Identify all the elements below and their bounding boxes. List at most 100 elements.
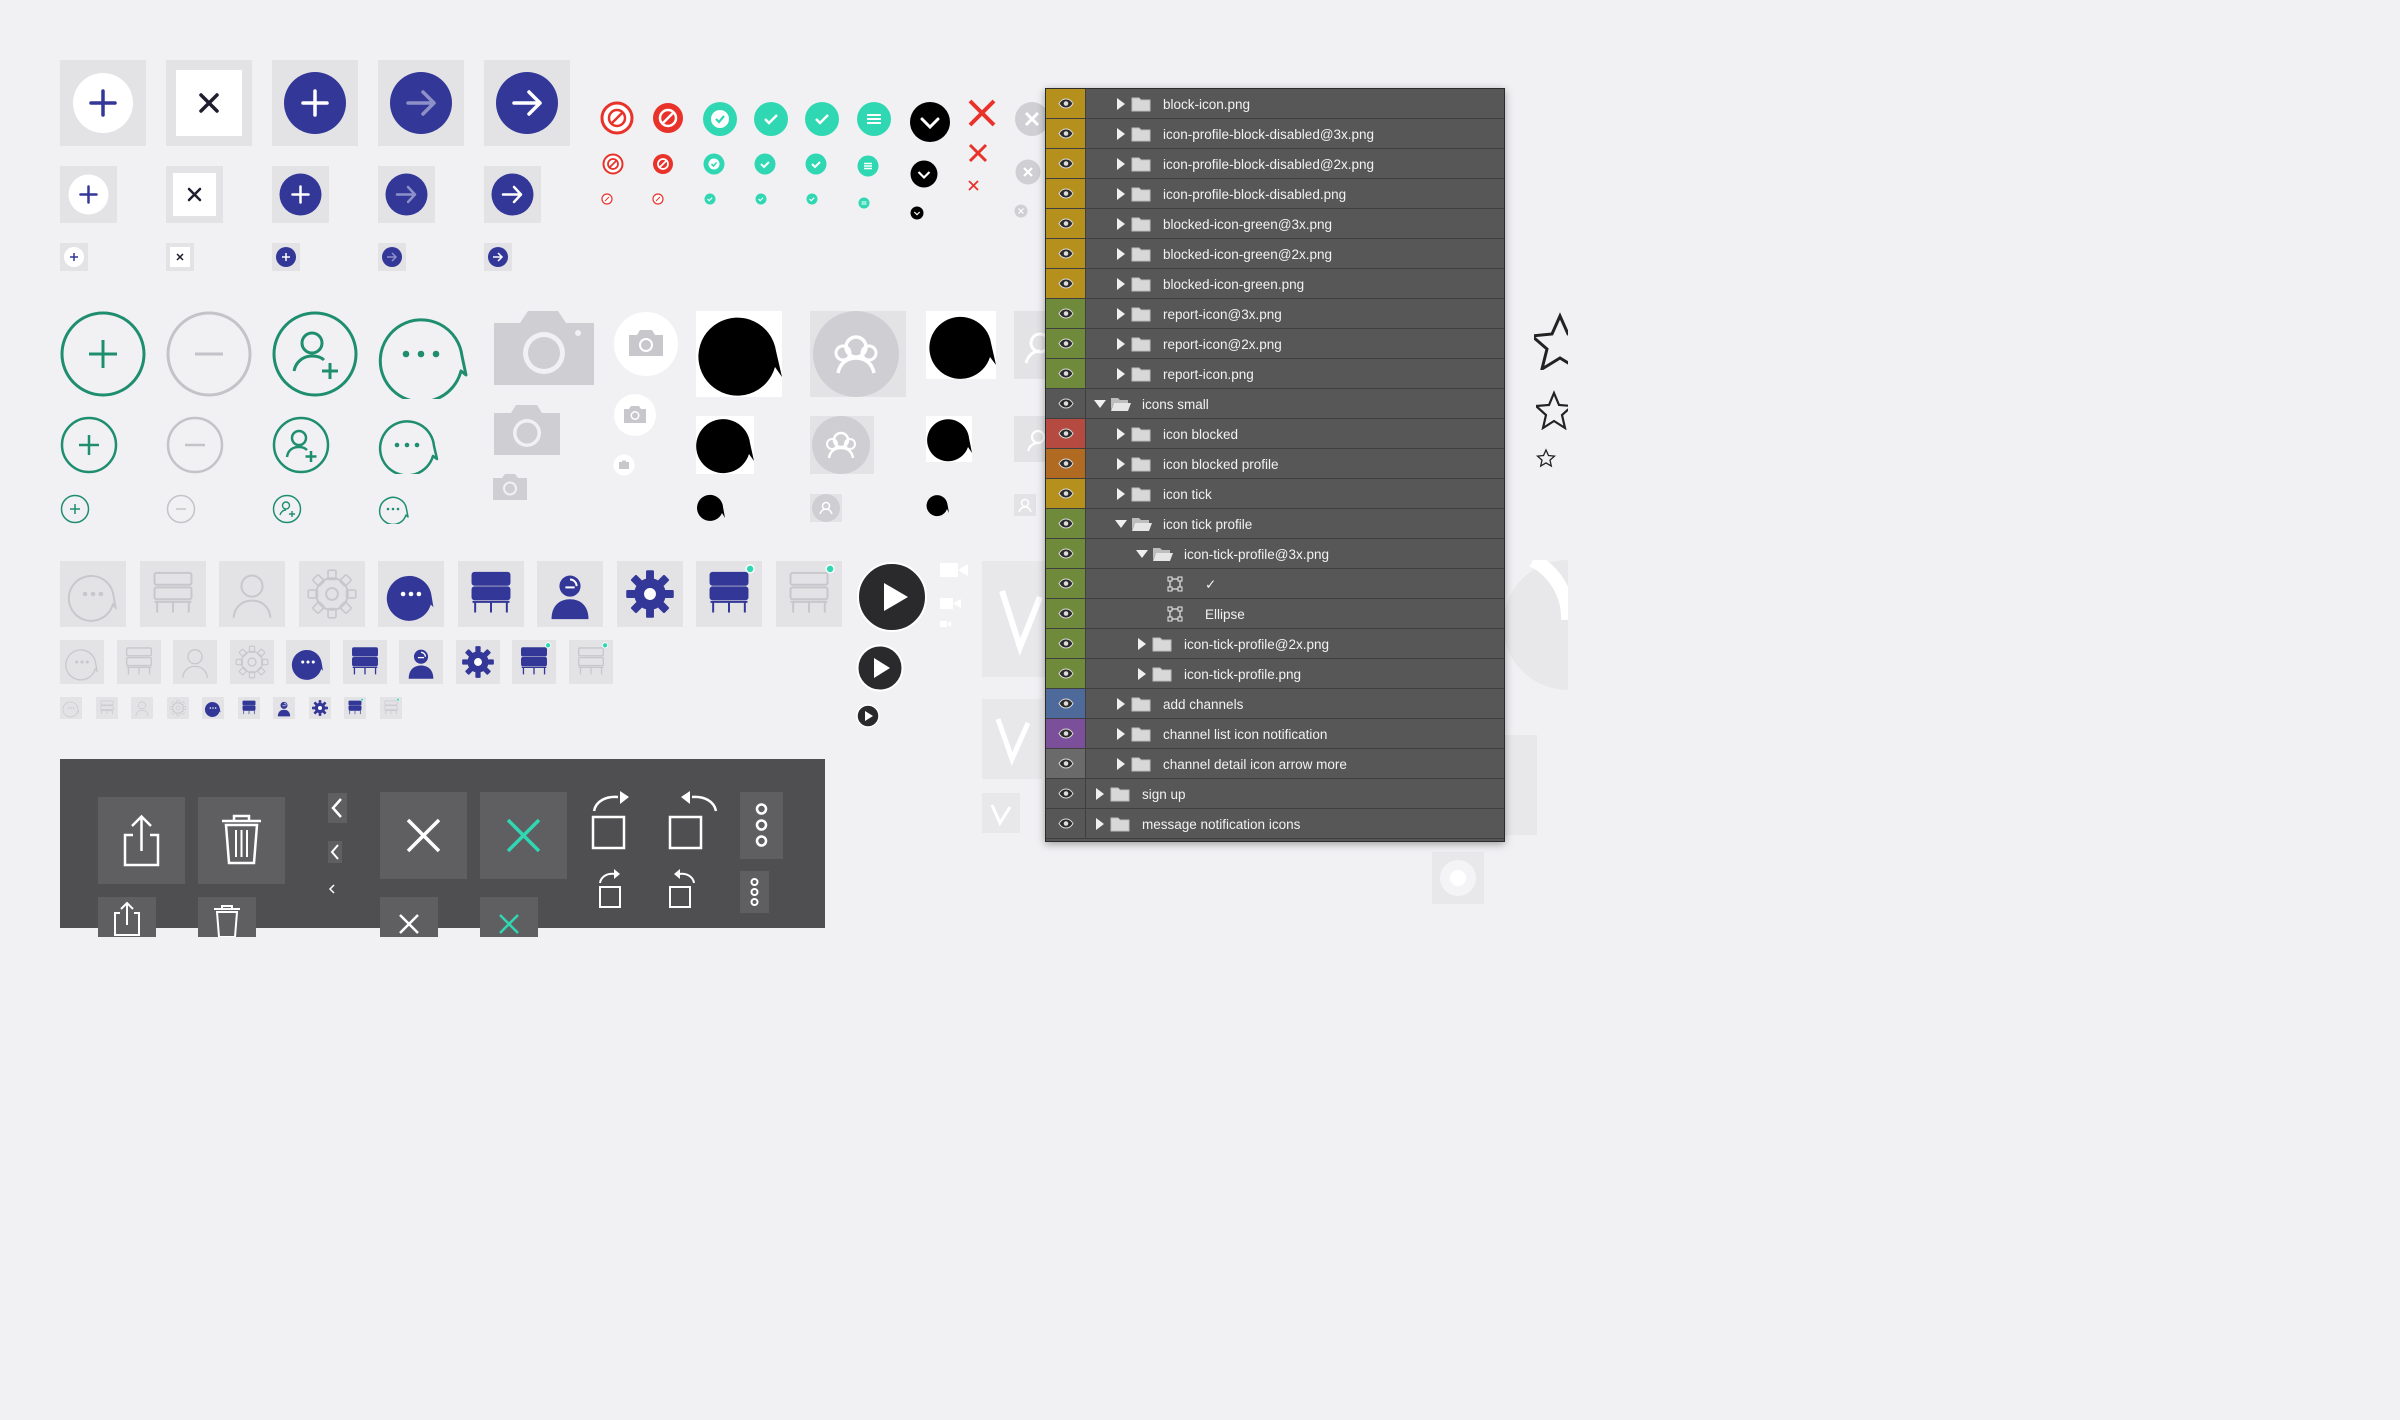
layer-row[interactable]: channel detail icon arrow more [1046,749,1504,779]
visibility-eye-icon[interactable] [1046,419,1086,448]
disclosure-closed-icon[interactable] [1138,638,1146,650]
add-filled-icon-medium [272,166,329,223]
disclosure-closed-icon[interactable] [1117,338,1125,350]
visibility-eye-icon[interactable] [1046,809,1086,838]
disclosure-open-icon[interactable] [1115,520,1127,528]
chat-icon [60,697,82,719]
visibility-eye-icon[interactable] [1046,749,1086,778]
disclosure-closed-icon[interactable] [1117,128,1125,140]
chat-icon [286,640,330,684]
visibility-eye-icon[interactable] [1046,119,1086,148]
visibility-eye-icon[interactable] [1046,569,1086,598]
layer-row[interactable]: icon-tick-profile@2x.png [1046,629,1504,659]
disclosure-closed-icon[interactable] [1117,698,1125,710]
visibility-eye-icon[interactable] [1046,329,1086,358]
visibility-eye-icon[interactable] [1046,599,1086,628]
speech-bubble-icon [926,311,996,379]
layer-name: report-icon@3x.png [1163,307,1282,322]
layer-row[interactable]: icon-tick-profile.png [1046,659,1504,689]
disclosure-closed-icon[interactable] [1117,158,1125,170]
disclosure-closed-icon[interactable] [1096,788,1104,800]
disclosure-closed-icon[interactable] [1117,368,1125,380]
disclosure-closed-icon[interactable] [1117,248,1125,260]
layer-row[interactable]: block-icon.png [1046,89,1504,119]
close-teal-icon [480,897,538,937]
layer-name: ✓ [1205,577,1217,592]
layer-row[interactable]: report-icon@2x.png [1046,329,1504,359]
layer-row[interactable]: blocked-icon-green@3x.png [1046,209,1504,239]
disclosure-closed-icon[interactable] [1117,488,1125,500]
disclosure-closed-icon[interactable] [1117,758,1125,770]
video-icon [940,563,968,577]
disclosure-closed-icon[interactable] [1117,458,1125,470]
visibility-eye-icon[interactable] [1046,779,1086,808]
visibility-eye-icon[interactable] [1046,269,1086,298]
chat-bubble-icon [378,420,439,474]
layer-row[interactable]: icon blocked profile [1046,449,1504,479]
disclosure-closed-icon[interactable] [1117,308,1125,320]
disclosure-closed-icon[interactable] [1117,98,1125,110]
layer-row[interactable]: icon tick profile [1046,509,1504,539]
layer-row[interactable]: channel list icon notification [1046,719,1504,749]
visibility-eye-icon[interactable] [1046,149,1086,178]
layer-row[interactable]: icon blocked [1046,419,1504,449]
layer-row[interactable]: icon-profile-block-disabled@2x.png [1046,149,1504,179]
more-vertical-icon [740,871,769,913]
visibility-eye-icon[interactable] [1046,509,1086,538]
disclosure-closed-icon[interactable] [1117,218,1125,230]
layer-row[interactable]: add channels [1046,689,1504,719]
disclosure-closed-icon[interactable] [1096,818,1104,830]
close-teal-icon [480,792,567,879]
folder-icon [1131,756,1151,772]
disclosure-open-icon[interactable] [1094,400,1106,408]
disclosure-closed-icon[interactable] [1117,188,1125,200]
layer-row[interactable]: icon tick [1046,479,1504,509]
block-icon [653,154,673,174]
layer-row[interactable]: icon-profile-block-disabled.png [1046,179,1504,209]
visibility-eye-icon[interactable] [1046,629,1086,658]
visibility-eye-icon[interactable] [1046,89,1086,118]
block-icon [602,153,624,175]
layer-row[interactable]: blocked-icon-green@2x.png [1046,239,1504,269]
visibility-eye-icon[interactable] [1046,689,1086,718]
visibility-eye-icon[interactable] [1046,299,1086,328]
disclosure-closed-icon[interactable] [1138,668,1146,680]
camera-circle-icon [614,394,656,436]
layer-row[interactable]: sign up [1046,779,1504,809]
folder-open-icon [1131,516,1153,532]
visibility-eye-icon[interactable] [1046,209,1086,238]
layers-panel[interactable]: block-icon.png icon-profile-block-disable… [1045,88,1505,842]
dark-icon-sheet [60,759,825,937]
visibility-eye-icon[interactable] [1046,449,1086,478]
disclosure-closed-icon[interactable] [1117,278,1125,290]
visibility-eye-icon[interactable] [1046,179,1086,208]
layer-row[interactable]: Ellipse [1046,599,1504,629]
visibility-eye-icon[interactable] [1046,539,1086,568]
disclosure-closed-icon[interactable] [1117,428,1125,440]
visibility-eye-icon[interactable] [1046,719,1086,748]
visibility-eye-icon[interactable] [1046,239,1086,268]
visibility-eye-icon[interactable] [1046,359,1086,388]
layer-name: message notification icons [1142,817,1301,832]
disclosure-closed-icon[interactable] [1117,728,1125,740]
layer-row[interactable]: blocked-icon-green.png [1046,269,1504,299]
layer-row[interactable]: report-icon@3x.png [1046,299,1504,329]
layer-row[interactable]: message notification icons [1046,809,1504,839]
disclosure-open-icon[interactable] [1136,550,1148,558]
tick-icon [755,193,767,205]
layer-row[interactable]: icons small [1046,389,1504,419]
visibility-eye-icon[interactable] [1046,479,1086,508]
visibility-eye-icon[interactable] [1046,659,1086,688]
layer-row[interactable]: report-icon.png [1046,359,1504,389]
visibility-eye-icon[interactable] [1046,389,1086,418]
camera-circle-icon [613,454,635,476]
share-icon [98,897,156,937]
layer-name: report-icon.png [1163,367,1254,382]
group-icon [810,416,874,474]
layer-row[interactable]: icon-tick-profile@3x.png [1046,539,1504,569]
play-icon [857,562,927,632]
layer-row[interactable]: icon-profile-block-disabled@3x.png [1046,119,1504,149]
layer-row[interactable]: ✓ [1046,569,1504,599]
layer-name: icon-profile-block-disabled.png [1163,187,1347,202]
folder-icon [1131,216,1151,232]
